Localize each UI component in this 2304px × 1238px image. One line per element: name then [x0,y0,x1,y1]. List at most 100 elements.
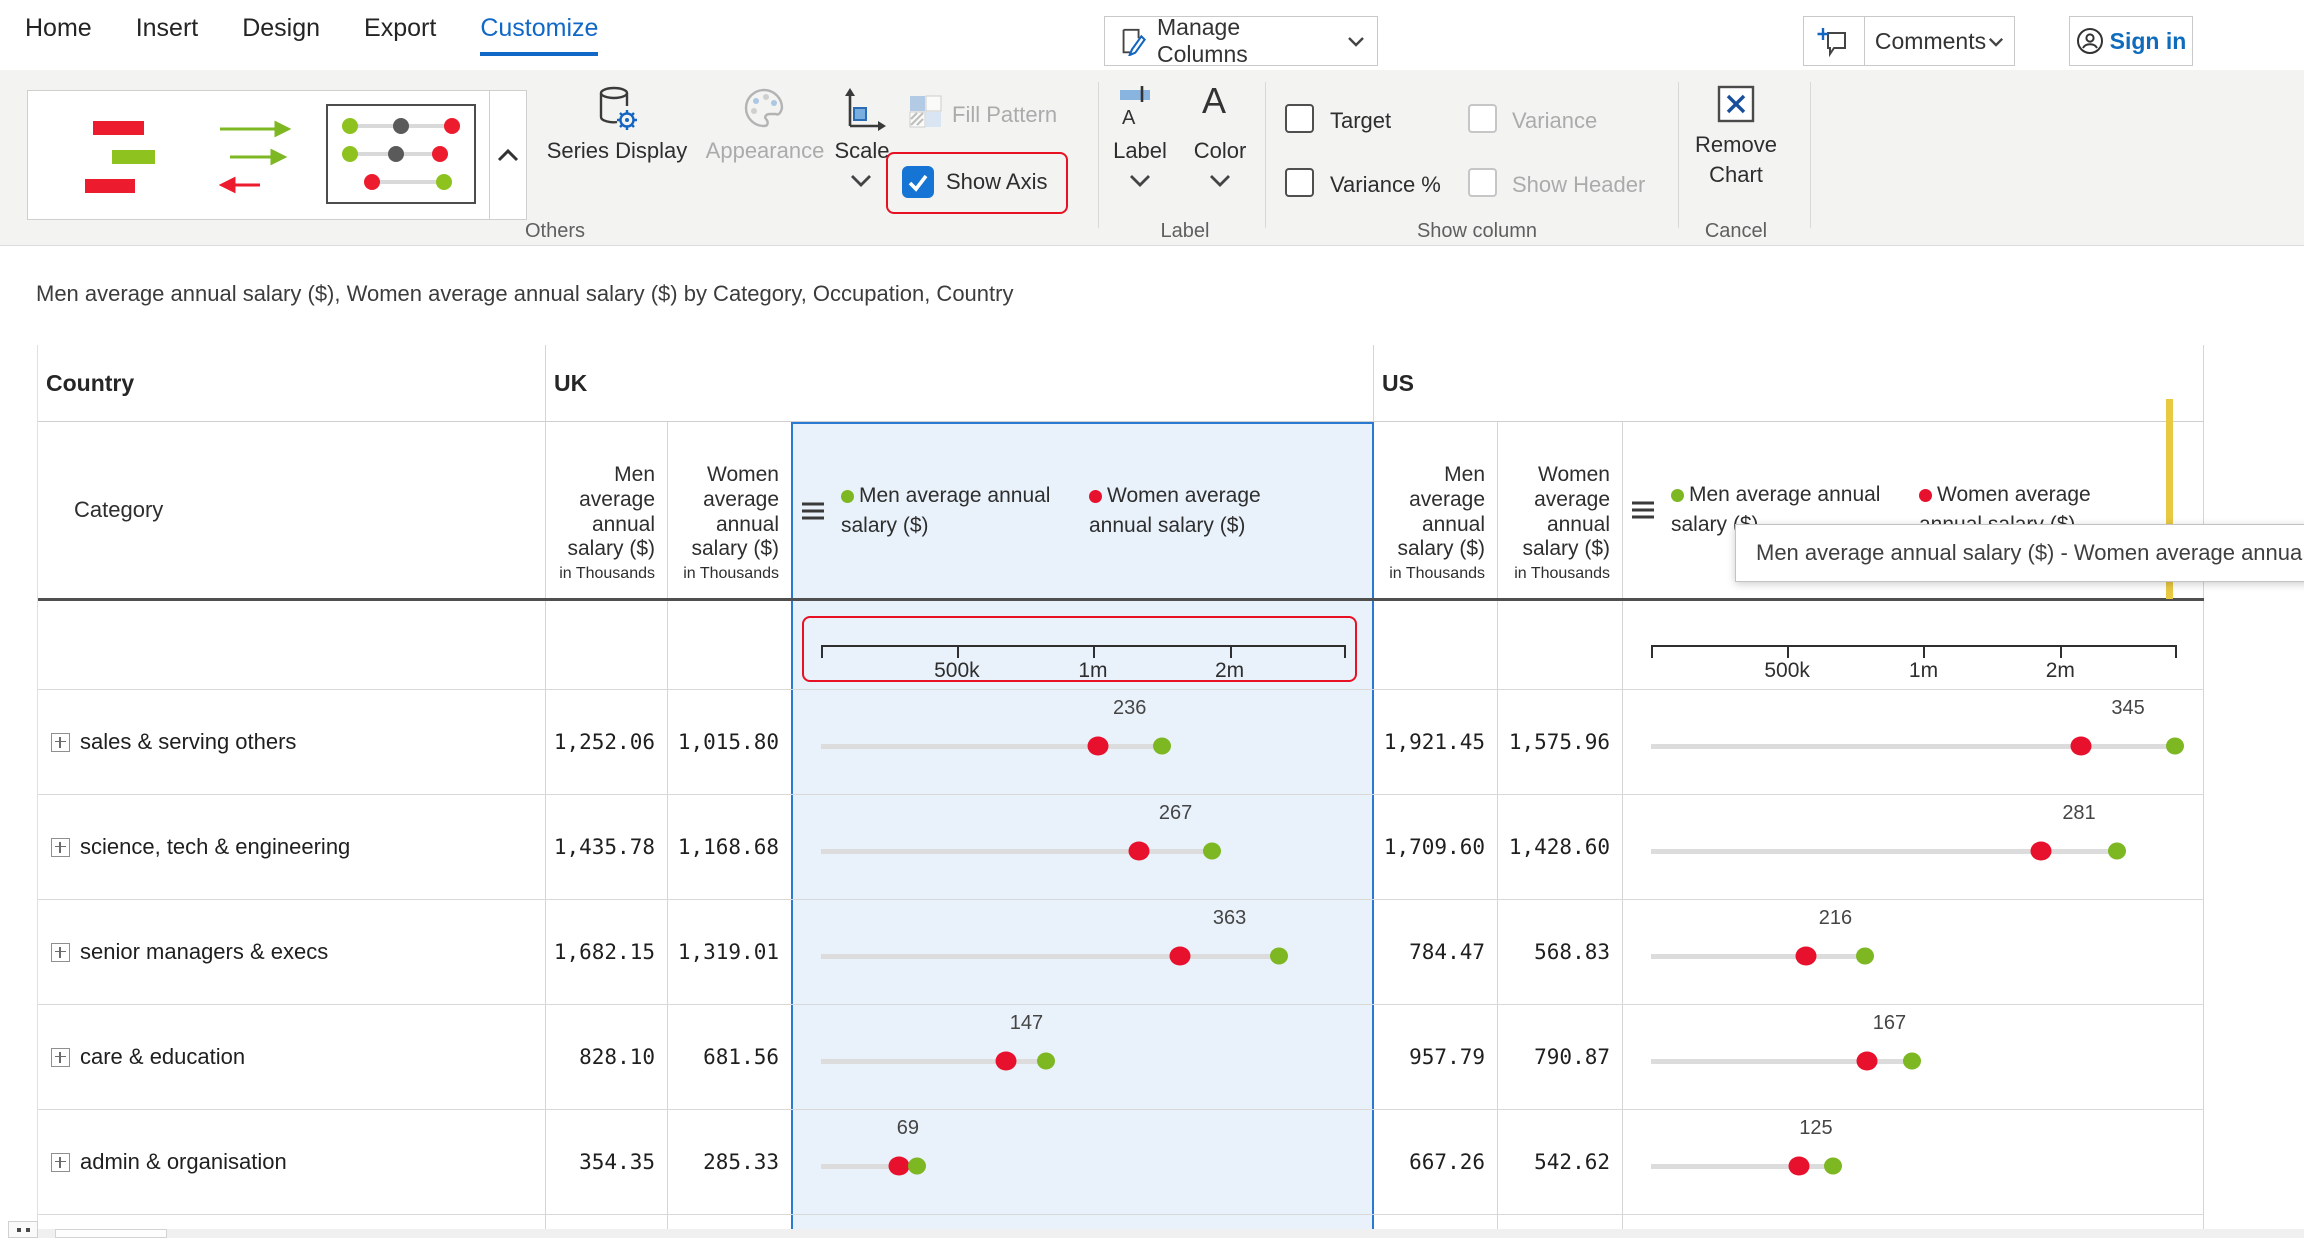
us-dot-plot-cell[interactable]: 167 [1623,1005,2204,1109]
tab-home[interactable]: Home [25,14,92,56]
comments-label: Comments [1875,28,1986,55]
us-dot-plot-cell[interactable]: 216 [1623,900,2204,1004]
us-group-header[interactable]: US [1374,345,2204,421]
tab-design[interactable]: Design [242,14,320,56]
scale-dropdown-chevron-icon[interactable] [850,174,872,188]
uk-chart-column-header-selected[interactable]: Men average annual salary ($) Women aver… [791,422,1374,598]
women-dot [2070,737,2091,756]
men-dot [1903,1053,1921,1070]
uk-dot-plot-cell[interactable]: 236 [791,690,1374,794]
expand-icon[interactable] [51,838,70,857]
uk-men-column-header[interactable]: Men average annual salary ($) in Thousan… [546,422,668,598]
men-dot [1856,948,1874,965]
remove-chart-label-line1[interactable]: Remove [1686,132,1786,158]
horizontal-scrollbar-thumb[interactable] [55,1229,167,1238]
variance-pct-label[interactable]: Variance % [1330,172,1441,198]
scale-icon[interactable] [840,82,888,134]
label-icon[interactable]: A [1116,84,1160,130]
target-label[interactable]: Target [1330,108,1391,134]
report-title: Men average annual salary ($), Women ave… [36,281,1013,307]
variance-pct-checkbox[interactable] [1285,168,1314,197]
expand-icon[interactable] [51,1048,70,1067]
gallery-collapse-button[interactable] [489,91,526,219]
color-dropdown-chevron-icon[interactable] [1209,174,1231,188]
category-cell[interactable]: science, tech & engineering [38,795,546,899]
category-cell[interactable]: admin & organisation [38,1110,546,1214]
uk-women-value: 681.56 [668,1005,791,1109]
group-label-others: Others [510,220,600,243]
us-women-value: 568.83 [1498,900,1623,1004]
sign-in-button[interactable]: Sign in [2069,16,2193,66]
manage-columns-button[interactable]: Manage Columns [1104,16,1378,66]
comments-button[interactable]: Comments [1803,16,2015,66]
diff-label: 236 [1113,697,1146,720]
chart-type-bars-thumbnail[interactable] [76,119,186,195]
variance-label: Variance [1512,108,1597,134]
men-dot [1824,1158,1842,1175]
category-cell[interactable]: senior managers & execs [38,900,546,1004]
table-row: sales & serving others 1,252.06 1,015.80… [38,690,2204,795]
uk-women-column-header[interactable]: Women average annual salary ($) in Thous… [668,422,791,598]
uk-women-value: 1,319.01 [668,900,791,1004]
row-category-label: sales & serving others [80,729,296,755]
unit-label: in Thousands [1389,565,1485,584]
us-dot-plot-cell[interactable]: 281 [1623,795,2204,899]
fill-pattern-label: Fill Pattern [952,102,1082,128]
uk-group-header[interactable]: UK [546,345,1374,421]
expand-icon[interactable] [51,1153,70,1172]
us-dot-plot-cell[interactable]: 125 [1623,1110,2204,1214]
add-comment-icon[interactable] [1804,17,1865,65]
expand-icon[interactable] [51,733,70,752]
country-header-cell: Country [38,345,546,421]
label-button-label[interactable]: Label [1106,138,1174,164]
drag-handle-icon[interactable] [1632,502,1654,519]
series-display-label[interactable]: Series Display [536,138,698,164]
category-cell[interactable]: sales & serving others [38,690,546,794]
expand-icon[interactable] [51,943,70,962]
show-axis-label[interactable]: Show Axis [946,169,1048,195]
uk-dot-plot-cell[interactable]: 147 [791,1005,1374,1109]
us-dot-plot-cell[interactable]: 345 [1623,690,2204,794]
chart-axis: 500k1m2m [793,601,1372,689]
category-label: Category [74,497,163,523]
uk-men-value: 1,435.78 [546,795,668,899]
axis-tick [1093,645,1095,658]
chart-type-gallery [27,90,527,220]
drag-handle-icon[interactable] [802,503,824,520]
series-display-icon[interactable] [594,84,640,134]
color-icon[interactable]: A [1202,80,1226,122]
scroll-corner-handle[interactable] [8,1221,38,1238]
remove-chart-icon[interactable] [1716,84,1756,124]
appearance-palette-icon [742,86,786,130]
horizontal-scrollbar-track[interactable] [37,1229,2304,1238]
tab-export[interactable]: Export [364,14,436,56]
uk-label: UK [554,370,587,397]
axis-line [1651,645,2175,647]
axis-tick-label: 500k [934,659,980,683]
label-dropdown-chevron-icon[interactable] [1129,174,1151,188]
diff-label: 363 [1213,907,1246,930]
uk-dot-plot-cell[interactable]: 69 [791,1110,1374,1214]
men-dot [1153,738,1171,755]
ribbon-toolbar: Series Display Appearance Scale Fill Pat… [0,70,2304,246]
remove-chart-label-line2[interactable]: Chart [1686,162,1786,188]
legend-men: Men average annual salary ($) [841,481,1053,542]
color-button-label[interactable]: Color [1186,138,1254,164]
row-category-label: senior managers & execs [80,939,328,965]
group-divider [1678,82,1679,228]
target-checkbox[interactable] [1285,104,1314,133]
uk-dot-plot-cell[interactable]: 267 [791,795,1374,899]
us-label: US [1382,370,1414,397]
us-men-column-header[interactable]: Men average annual salary ($) in Thousan… [1374,422,1498,598]
show-axis-checkbox[interactable] [902,166,934,198]
uk-women-value: 1,168.68 [668,795,791,899]
tab-insert[interactable]: Insert [136,14,199,56]
tab-customize[interactable]: Customize [480,14,598,56]
uk-dot-plot-cell[interactable]: 363 [791,900,1374,1004]
chart-type-dot-plot-thumbnail-selected[interactable] [326,104,476,204]
row-category-label: science, tech & engineering [80,834,350,860]
category-cell[interactable]: care & education [38,1005,546,1109]
group-divider [1098,82,1099,228]
chart-type-arrows-thumbnail[interactable] [216,115,296,199]
us-women-column-header[interactable]: Women average annual salary ($) in Thous… [1498,422,1623,598]
